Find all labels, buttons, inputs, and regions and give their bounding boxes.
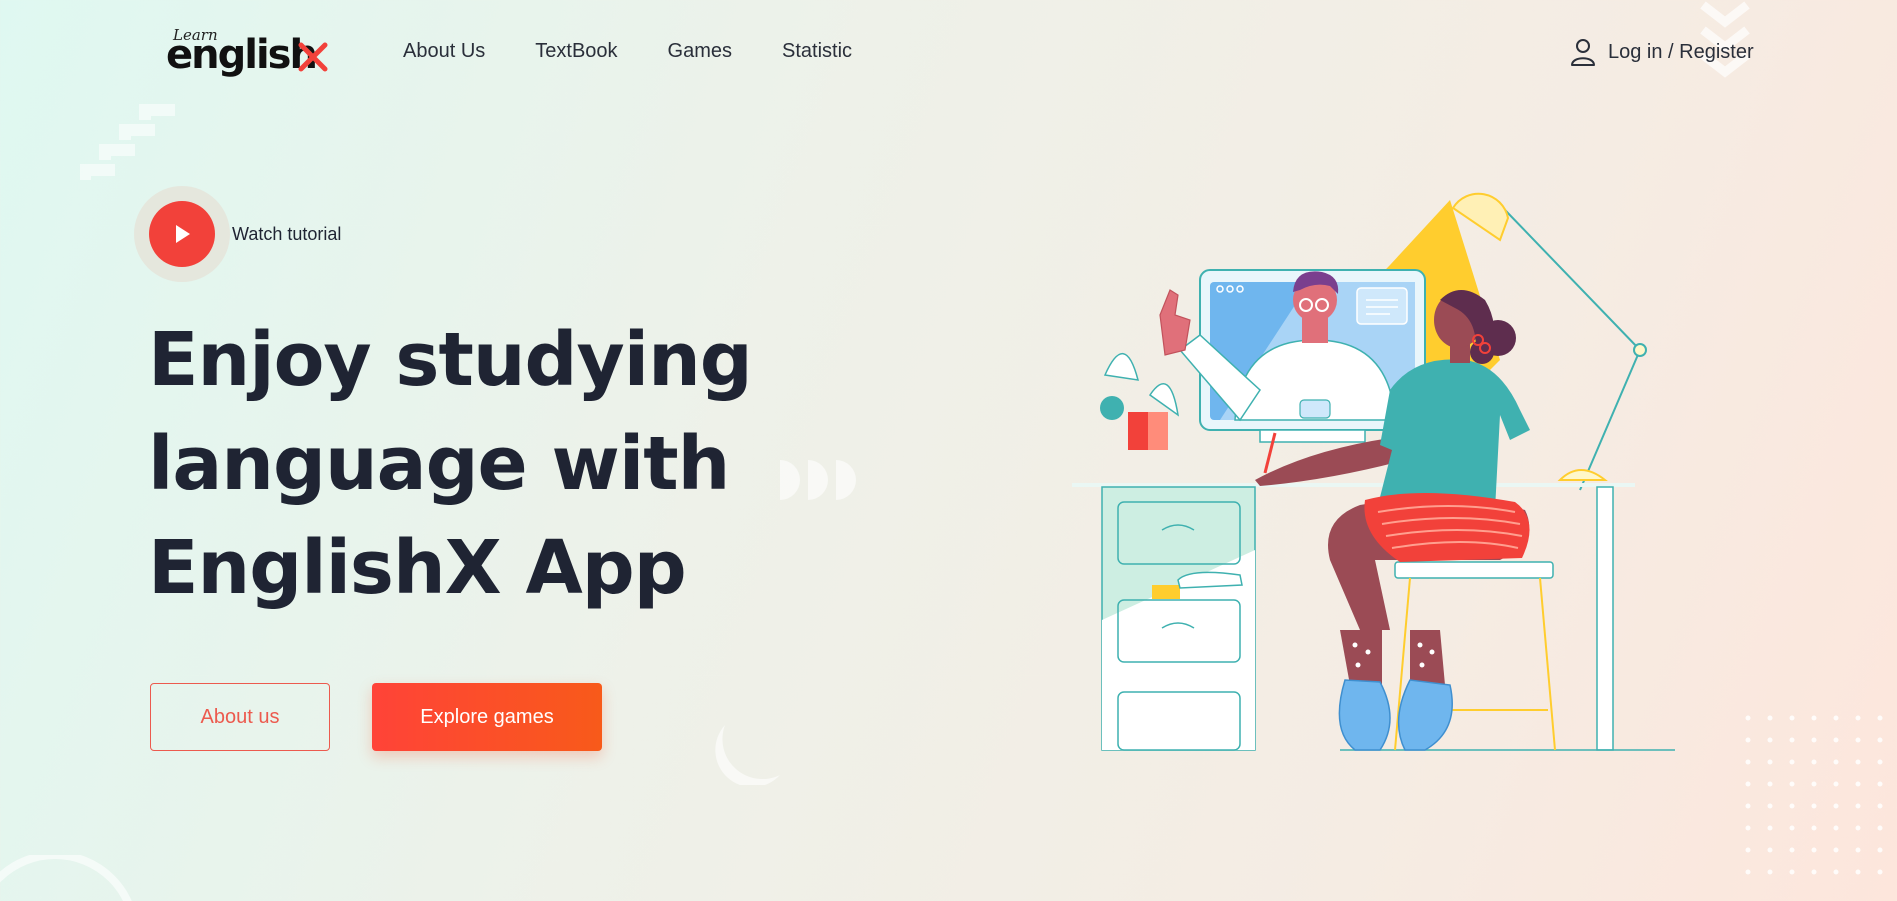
dot — [1745, 825, 1751, 831]
dot — [1789, 803, 1795, 809]
nav-about-us[interactable]: About Us — [403, 40, 485, 63]
explore-games-button[interactable]: Explore games — [372, 683, 602, 751]
user-icon — [1571, 39, 1595, 66]
dot — [1745, 781, 1751, 787]
dot — [1855, 847, 1861, 853]
dot — [1833, 869, 1839, 875]
dot — [1811, 781, 1817, 787]
site-header: Learn english About Us TextBook Games St… — [0, 0, 1897, 108]
dot — [1745, 759, 1751, 765]
dot-grid-decoration — [1745, 715, 1883, 875]
hero-title-line-1: Enjoy studying — [148, 317, 753, 403]
dot — [1745, 847, 1751, 853]
dot — [1855, 803, 1861, 809]
hero-illustration — [1072, 192, 1675, 751]
dot — [1811, 869, 1817, 875]
dot — [1833, 759, 1839, 765]
dot — [1811, 847, 1817, 853]
dot — [1877, 869, 1883, 875]
login-register-label: Log in / Register — [1608, 40, 1754, 63]
dot — [1855, 715, 1861, 721]
nav-textbook[interactable]: TextBook — [535, 40, 617, 63]
logo[interactable]: Learn english — [166, 26, 336, 78]
hero-title: Enjoy studying language with EnglishX Ap… — [148, 308, 788, 620]
dot — [1789, 781, 1795, 787]
dot — [1855, 869, 1861, 875]
dot — [1811, 825, 1817, 831]
watch-tutorial[interactable]: Watch tutorial — [134, 186, 341, 282]
dot — [1833, 825, 1839, 831]
login-register-link[interactable]: Log in / Register — [1570, 38, 1754, 66]
dot — [1745, 715, 1751, 721]
nav-games[interactable]: Games — [668, 40, 732, 63]
dot — [1855, 759, 1861, 765]
arc-decoration — [0, 855, 132, 901]
dot — [1855, 825, 1861, 831]
dot — [1811, 737, 1817, 743]
dot — [1877, 737, 1883, 743]
dot — [1877, 715, 1883, 721]
play-icon — [176, 225, 190, 243]
nav-statistic[interactable]: Statistic — [782, 40, 852, 63]
hero-title-line-2: language with — [148, 421, 730, 507]
dot — [1833, 781, 1839, 787]
dot — [1767, 715, 1773, 721]
dot — [1745, 803, 1751, 809]
dot — [1877, 781, 1883, 787]
play-button-ring — [134, 186, 230, 282]
about-us-button[interactable]: About us — [150, 683, 330, 751]
dot — [1877, 759, 1883, 765]
dot — [1745, 737, 1751, 743]
dot — [1833, 803, 1839, 809]
dot — [1811, 715, 1817, 721]
dot — [1833, 715, 1839, 721]
dot — [1767, 803, 1773, 809]
main-nav: About Us TextBook Games Statistic — [403, 40, 902, 63]
dot — [1789, 759, 1795, 765]
dot — [1789, 737, 1795, 743]
dot — [1811, 803, 1817, 809]
dot — [1789, 847, 1795, 853]
hero-title-line-3: EnglishX App — [148, 525, 687, 611]
dot — [1855, 781, 1861, 787]
dot — [1767, 759, 1773, 765]
dot — [1877, 847, 1883, 853]
moon-decoration — [715, 725, 780, 785]
logo-x-icon — [298, 42, 328, 72]
dot — [1833, 737, 1839, 743]
dot — [1767, 781, 1773, 787]
play-button[interactable] — [149, 201, 215, 267]
dot — [1745, 869, 1751, 875]
dot — [1811, 759, 1817, 765]
dot — [1767, 737, 1773, 743]
dot — [1877, 803, 1883, 809]
desk-lamp — [1504, 209, 1642, 491]
dot — [1855, 737, 1861, 743]
dot — [1877, 825, 1883, 831]
logo-main-text: english — [166, 32, 318, 78]
dot — [1789, 825, 1795, 831]
dot — [1767, 847, 1773, 853]
dot — [1833, 847, 1839, 853]
dot — [1767, 869, 1773, 875]
watch-tutorial-label: Watch tutorial — [232, 223, 342, 244]
dot — [1789, 869, 1795, 875]
dot — [1789, 715, 1795, 721]
dot — [1767, 825, 1773, 831]
